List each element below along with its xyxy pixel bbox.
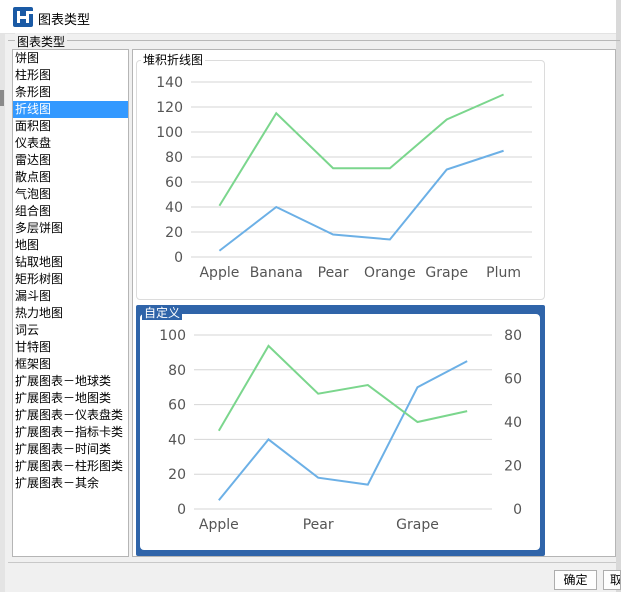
y-tick-label: 100 — [156, 125, 183, 141]
stacked-line-chart: 0 20 40 60 80 100 120 140 Apple Banana Pear Orange G… — [156, 75, 532, 281]
preview-card-custom[interactable]: 0 20 40 60 80 100 0 20 40 60 80 Apple Pear Grape 自定义 — [136, 305, 545, 556]
chart-type-item[interactable]: 折线图 — [13, 101, 128, 118]
edge-handle — [0, 90, 4, 106]
y2-tick-label: 40 — [504, 415, 522, 431]
chart-type-item[interactable]: 框架图 — [13, 356, 128, 373]
x-tick-label: Pear — [318, 265, 349, 281]
x-tick-label: Orange — [364, 265, 416, 281]
chart-type-list[interactable]: 饼图 柱形图 条形图 折线图 面积图 仪表盘 雷达图 散点图 气泡图 组合图 多层饼图 地图 钻取地图矩… — [12, 49, 129, 557]
title-bar: 图表类型 — [0, 0, 621, 34]
custom-line-chart: 0 20 40 60 80 100 0 20 40 60 80 Apple Pear Grape — [159, 328, 522, 533]
app-logo-icon — [13, 7, 33, 27]
y-tick-label: 60 — [168, 398, 186, 414]
chart-type-item[interactable]: 雷达图 — [13, 152, 128, 169]
chart-type-item[interactable]: 散点图 — [13, 169, 128, 186]
chart-type-item[interactable]: 扩展图表－地图类 — [13, 390, 128, 407]
window-left-edge — [0, 34, 5, 592]
chart-type-item[interactable]: 多层饼图 — [13, 220, 128, 237]
custom-card-frame: 0 20 40 60 80 100 0 20 40 60 80 Apple Pear Grape — [140, 314, 540, 550]
x-tick-label: Plum — [486, 265, 521, 281]
series-line — [218, 149, 504, 252]
bottom-separator — [8, 562, 616, 563]
chart-type-item[interactable]: 扩展图表－时间类 — [13, 441, 128, 458]
chart-type-item[interactable]: 扩展图表－指标卡类 — [13, 424, 128, 441]
card-title: 自定义 — [142, 306, 183, 320]
x-tick-label: Grape — [425, 265, 468, 281]
y-tick-label: 40 — [168, 432, 186, 448]
chart-type-item[interactable]: 扩展图表－地球类 — [13, 373, 128, 390]
y-tick-label: 140 — [156, 75, 183, 91]
y-tick-label: 80 — [168, 363, 186, 379]
y-tick-label: 20 — [168, 467, 186, 483]
chart-type-item[interactable]: 地图 — [13, 237, 128, 254]
chart-type-item[interactable]: 词云 — [13, 322, 128, 339]
chart-type-item[interactable]: 矩形树图 — [13, 271, 128, 288]
series-line — [217, 344, 468, 432]
y-tick-label: 80 — [165, 150, 183, 166]
chart-type-item[interactable]: 组合图 — [13, 203, 128, 220]
x-tick-label: Apple — [199, 517, 239, 533]
y-tick-label: 100 — [159, 328, 186, 344]
chart-type-item[interactable]: 扩展图表－柱形图类 — [13, 458, 128, 475]
chart-type-item[interactable]: 饼图 — [13, 50, 128, 67]
chart-type-item[interactable]: 柱形图 — [13, 67, 128, 84]
x-tick-label: Grape — [396, 517, 439, 533]
y-tick-label: 40 — [165, 200, 183, 216]
chart-type-item[interactable]: 漏斗图 — [13, 288, 128, 305]
series-line — [218, 360, 468, 501]
chart-type-item[interactable]: 仪表盘 — [13, 135, 128, 152]
chart-type-item[interactable]: 扩展图表－仪表盘类 — [13, 407, 128, 424]
chart-type-item[interactable]: 面积图 — [13, 118, 128, 135]
preview-card-stacked-line[interactable]: 堆积折线图 0 20 40 60 80 100 120 140 Apple Banana Pear O… — [136, 53, 545, 300]
y-tick-label: 0 — [177, 502, 186, 518]
chart-type-item[interactable]: 甘特图 — [13, 339, 128, 356]
chart-type-item[interactable]: 气泡图 — [13, 186, 128, 203]
y-tick-label: 120 — [156, 100, 183, 116]
y-tick-label: 0 — [174, 250, 183, 266]
x-tick-label: Pear — [303, 517, 334, 533]
chart-type-item[interactable]: 热力地图 — [13, 305, 128, 322]
x-tick-label: Banana — [250, 265, 303, 281]
y2-tick-label: 60 — [504, 372, 522, 388]
chart-type-item[interactable]: 扩展图表－其余 — [13, 475, 128, 492]
cancel-button[interactable]: 取消 — [603, 570, 621, 590]
series-line — [218, 93, 504, 207]
chart-type-item[interactable]: 钻取地图 — [13, 254, 128, 271]
card-title: 堆积折线图 — [141, 53, 206, 67]
y2-tick-label: 20 — [504, 459, 522, 475]
window-title: 图表类型 — [38, 13, 91, 28]
ok-button[interactable]: 确定 — [554, 570, 597, 590]
y-tick-label: 20 — [165, 225, 183, 241]
y2-tick-label: 80 — [504, 328, 522, 344]
x-tick-label: Apple — [199, 265, 239, 281]
group-label: 图表类型 — [15, 33, 68, 50]
y-tick-label: 60 — [165, 175, 183, 191]
chart-type-item[interactable]: 条形图 — [13, 84, 128, 101]
y2-tick-label: 0 — [513, 502, 522, 518]
